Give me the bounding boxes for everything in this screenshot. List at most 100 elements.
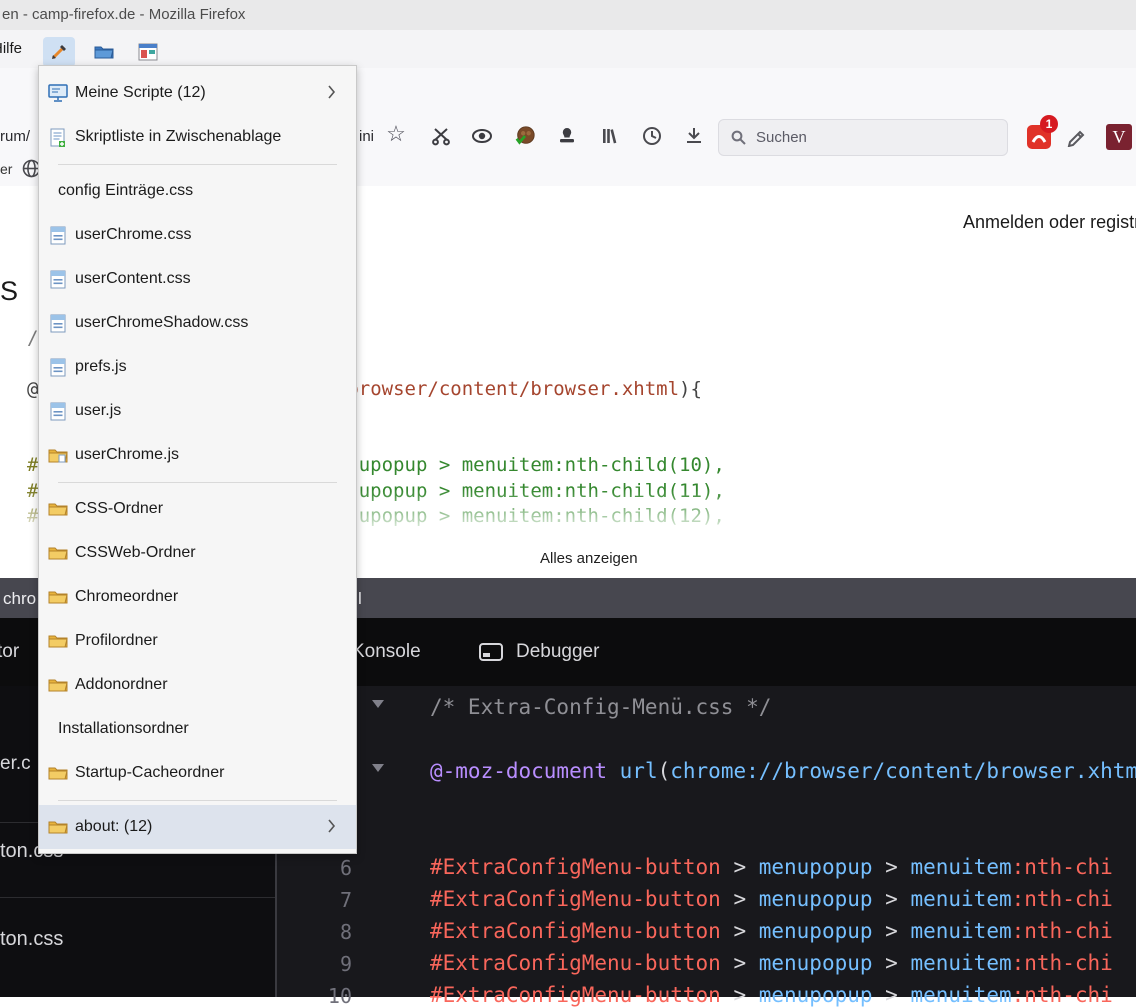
menu-item-label: prefs.js [75,358,127,376]
js-file-icon [48,358,68,377]
search-icon [731,130,746,145]
menu-item-meine-scripte[interactable]: Meine Scripte (12) [39,71,356,115]
grid-toolbar-button[interactable] [132,37,164,67]
menu-item-label: Startup-Cacheordner [75,764,224,782]
line-number: 8 [300,920,352,944]
menu-item-label: CSSWeb-Ordner [75,544,196,562]
blue-folder-toolbar-button[interactable] [88,37,120,67]
urlbar-text-fragment-left[interactable]: rum/ [0,128,30,145]
page-edit-icon[interactable] [1066,125,1088,147]
search-bar[interactable] [718,119,1008,156]
tab-debugger[interactable]: Debugger [478,618,599,686]
menu-item-user-js[interactable]: user.js [39,389,356,433]
folder-icon [48,501,68,517]
menu-item-label: user.js [75,402,121,420]
folder-icon [48,545,68,561]
script-dropdown-menu: Meine Scripte (12) Skriptliste in Zwisch… [38,65,357,854]
devtools-title-fragment-left: chro [3,589,36,609]
scissors-extension-icon[interactable] [430,125,452,147]
css-file-icon [48,226,68,245]
menu-item-profilordner[interactable]: Profilordner [39,619,356,663]
window-title: en - camp-firefox.de - Mozilla Firefox [2,6,245,23]
menu-item-css-ordner[interactable]: CSS-Ordner [39,487,356,531]
pen-script-icon [49,42,69,62]
monkey-check-extension-icon[interactable] [514,125,536,147]
fold-arrow-icon[interactable] [372,700,384,708]
urlbar-text-fragment-right[interactable]: ini [359,128,374,145]
eye-extension-icon[interactable] [471,125,493,147]
browser-menubar [0,30,1136,68]
folder-icon [48,633,68,649]
line-number: 10 [300,984,352,1008]
menubar-item-hilfe[interactable]: Hilfe [0,40,22,57]
menu-separator [39,477,356,487]
submenu-arrow-icon [327,818,336,834]
bookmark-star-icon[interactable]: ☆ [384,120,408,148]
css-file-icon [48,270,68,289]
grid-window-icon [138,43,158,61]
search-input[interactable] [754,128,978,147]
line-number: 6 [300,856,352,880]
menu-item-chromeordner[interactable]: Chromeordner [39,575,356,619]
tab-inspektor[interactable]: Inspektor [0,618,19,686]
menu-item-config-eintraege[interactable]: config Einträge.css [39,169,356,213]
library-icon[interactable] [599,125,621,147]
menu-item-label: Profilordner [75,632,158,650]
menu-item-prefs-js[interactable]: prefs.js [39,345,356,389]
bookmark-fragment[interactable]: er [0,161,12,177]
css-source-editor[interactable]: 6 7 8 9 10 /* Extra-Config-Menü.css */ @… [277,686,1136,997]
js-file-icon [48,402,68,421]
menu-item-usercontent-css[interactable]: userContent.css [39,257,356,301]
stamp-stylus-extension-icon[interactable] [556,125,578,147]
menu-item-label: about: (12) [75,818,152,836]
history-clock-icon[interactable] [641,125,663,147]
window-titlebar: en - camp-firefox.de - Mozilla Firefox [0,0,1136,30]
menu-item-label: userChrome.js [75,446,179,464]
folder-icon [48,589,68,605]
menu-item-label: Installationsordner [58,720,189,738]
menu-item-label: CSS-Ordner [75,500,163,518]
blue-folder-icon [94,44,114,60]
debugger-icon [478,642,504,662]
submenu-arrow-icon [327,84,336,100]
menu-item-label: Chromeordner [75,588,178,606]
show-all-link[interactable]: Alles anzeigen [540,550,638,567]
menu-item-userchrome-js[interactable]: userChrome.js [39,433,356,477]
folder-icon [48,765,68,781]
v-extension-icon[interactable]: V [1106,124,1132,150]
menu-item-startup-cacheordner[interactable]: Startup-Cacheordner [39,751,356,795]
menu-item-about[interactable]: about: (12) [39,805,356,849]
menu-item-label: userChrome.css [75,226,191,244]
editor-selector-line: #ExtraConfigMenu-button > menupopup > me… [430,855,1113,879]
stylesheet-list-item[interactable]: er.c [0,753,31,775]
editor-atrule-line: @-moz-document url(chrome://browser/cont… [430,759,1136,783]
folder-icon [48,677,68,693]
editor-selector-line: #ExtraConfigMenu-button > menupopup > me… [430,887,1113,911]
menu-item-addonordner[interactable]: Addonordner [39,663,356,707]
fold-arrow-icon[interactable] [372,764,384,772]
login-link[interactable]: Anmelden oder registrieren [963,212,1136,233]
extra-config-menu-button[interactable] [43,37,75,67]
editor-selector-line: #ExtraConfigMenu-button > menupopup > me… [430,951,1113,975]
menu-separator [39,159,356,169]
menu-item-label: config Einträge.css [58,182,193,200]
menu-item-installationsordner[interactable]: Installationsordner [39,707,356,751]
clipboard-script-icon [48,128,68,147]
editor-selector-line: #ExtraConfigMenu-button > menupopup > me… [430,983,1113,1007]
menu-item-skriptliste[interactable]: Skriptliste in Zwischenablage [39,115,356,159]
sidebar-divider [0,897,275,898]
extension-badge: 1 [1040,115,1058,133]
devtools-title-fragment-right: l [358,589,362,609]
editor-comment-line: /* Extra-Config-Menü.css */ [430,695,771,719]
menu-item-userchromeshadow-css[interactable]: userChromeShadow.css [39,301,356,345]
scripts-screen-icon [48,84,68,102]
menu-item-label: Addonordner [75,676,168,694]
menu-item-label: userChromeShadow.css [75,314,248,332]
menu-item-cssweb-ordner[interactable]: CSSWeb-Ordner [39,531,356,575]
menu-item-userchrome-css[interactable]: userChrome.css [39,213,356,257]
menu-item-label: Skriptliste in Zwischenablage [75,128,281,146]
stylesheet-list-item[interactable]: ton.css [0,928,63,951]
folder-file-icon [48,447,68,464]
editor-selector-line: #ExtraConfigMenu-button > menupopup > me… [430,919,1113,943]
downloads-icon[interactable] [683,125,705,147]
